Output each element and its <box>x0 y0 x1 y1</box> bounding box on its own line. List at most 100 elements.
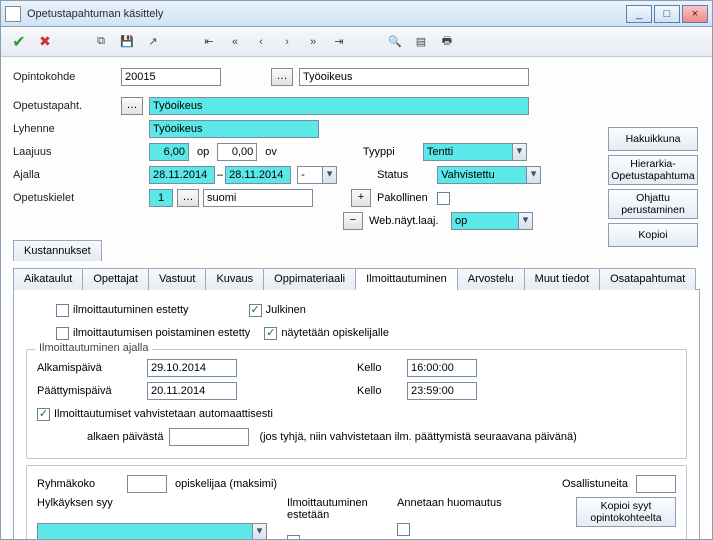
naytetaan-checkbox[interactable] <box>264 327 277 340</box>
tab-vastuut[interactable]: Vastuut <box>148 268 207 290</box>
auto-checkbox[interactable] <box>37 408 50 421</box>
ajalla-extra-dropdown[interactable]: ▾ <box>323 166 337 184</box>
julkinen-label: Julkinen <box>266 304 306 316</box>
add-lang-button[interactable]: + <box>351 189 371 207</box>
ok-icon[interactable]: ✔ <box>9 32 29 52</box>
ilmo-ajalla-legend: Ilmoittautuminen ajalla <box>35 342 152 354</box>
paattymis-value[interactable]: 20.11.2014 <box>147 382 237 400</box>
save-icon[interactable]: 💾 <box>117 32 137 52</box>
tyyppi-dropdown[interactable]: ▾ <box>513 143 527 161</box>
hakuikkuna-button[interactable]: Hakuikkuna <box>608 127 698 151</box>
annetaan-label: Annetaan huomautus <box>397 497 537 509</box>
kello-loppu[interactable]: 23:59:00 <box>407 382 477 400</box>
opetustapaht-value[interactable]: Työoikeus <box>149 97 529 115</box>
kello-label-1: Kello <box>357 362 407 374</box>
estetty-checkbox[interactable] <box>56 304 69 317</box>
kello-label-2: Kello <box>357 385 407 397</box>
opetustapaht-label: Opetustapaht. <box>13 100 121 112</box>
alkamis-value[interactable]: 29.10.2014 <box>147 359 237 377</box>
opetustapaht-browse[interactable]: … <box>121 97 143 115</box>
tab-ilmoittautuminen[interactable]: Ilmoittautuminen <box>355 268 458 290</box>
laajuus-label: Laajuus <box>13 146 121 158</box>
remove-lang-button[interactable]: − <box>343 212 363 230</box>
op-label: op <box>189 146 217 158</box>
tab-aikataulut[interactable]: Aikataulut <box>13 268 83 290</box>
poist-estetty-checkbox[interactable] <box>56 327 69 340</box>
maximize-button[interactable] <box>654 5 680 23</box>
alkaen-label: alkaen päivästä <box>87 431 163 443</box>
first-icon[interactable]: ⇤ <box>199 32 219 52</box>
opetuskielet-name[interactable]: suomi <box>203 189 313 207</box>
export-icon[interactable]: ↗ <box>143 32 163 52</box>
laajuus-op[interactable]: 6,00 <box>149 143 189 161</box>
ryhmakoko-value[interactable] <box>127 475 167 493</box>
cancel-icon[interactable]: ✖ <box>35 32 55 52</box>
prev-icon[interactable]: ‹ <box>251 32 271 52</box>
ajalla-end[interactable]: 28.11.2014 <box>225 166 291 184</box>
hierarkia-button[interactable]: Hierarkia-Opetustapahtuma <box>608 155 698 185</box>
prev-page-icon[interactable]: « <box>225 32 245 52</box>
hylkays-label: Hylkäyksen syy <box>37 497 287 509</box>
webnayt-label: Web.näyt.laaj. <box>369 215 451 227</box>
lyhenne-value[interactable]: Työoikeus <box>149 120 319 138</box>
opetuskielet-label: Opetuskielet <box>13 192 121 204</box>
osall-value[interactable] <box>636 475 676 493</box>
titlebar: Opetustapahtuman käsittely <box>1 1 712 27</box>
next-page-icon[interactable]: » <box>303 32 323 52</box>
tab-muut[interactable]: Muut tiedot <box>524 268 600 290</box>
tab-kuvaus[interactable]: Kuvaus <box>205 268 264 290</box>
paattymis-label: Päättymispäivä <box>37 385 147 397</box>
tab-panel: ilmoittautuminen estetty Julkinen ilmoit… <box>13 290 700 539</box>
opintokohde-code[interactable]: 20015 <box>121 68 221 86</box>
ov-label: ov <box>257 146 285 158</box>
tabs-row1: Kustannukset <box>13 239 700 259</box>
ohjattu-button[interactable]: Ohjattu perustaminen <box>608 189 698 219</box>
poist-estetty-label: ilmoittautumisen poistaminen estetty <box>73 327 250 339</box>
alkaen-hint: (jos tyhjä, niin vahvistetaan ilm. päätt… <box>259 431 576 443</box>
hylkays-dropdown[interactable]: ▾ <box>253 523 267 539</box>
tyyppi-value[interactable]: Tentti <box>423 143 513 161</box>
tab-arvostelu[interactable]: Arvostelu <box>457 268 525 290</box>
props-icon[interactable]: ▤ <box>411 32 431 52</box>
window-title: Opetustapahtuman käsittely <box>27 8 624 20</box>
last-icon[interactable]: ⇥ <box>329 32 349 52</box>
search-icon[interactable]: 🔍 <box>385 32 405 52</box>
ajalla-extra[interactable]: - <box>297 166 323 184</box>
ilmo-estetaan-checkbox[interactable] <box>287 535 300 539</box>
kopioisyyt-button[interactable]: Kopioi syyt opintokohteelta <box>576 497 676 527</box>
opetuskielet-browse[interactable]: … <box>177 189 199 207</box>
tab-osatapahtumat[interactable]: Osatapahtumat <box>599 268 696 290</box>
opintokohde-browse[interactable]: … <box>271 68 293 86</box>
tab-opettajat[interactable]: Opettajat <box>82 268 149 290</box>
lyhenne-label: Lyhenne <box>13 123 121 135</box>
status-value[interactable]: Vahvistettu <box>437 166 527 184</box>
alkaen-value[interactable] <box>169 428 249 446</box>
tyyppi-label: Tyyppi <box>363 146 423 158</box>
webnayt-value[interactable]: op <box>451 212 519 230</box>
kopioi-button[interactable]: Kopioi <box>608 223 698 247</box>
opintokohde-name[interactable]: Työoikeus <box>299 68 529 86</box>
kello-alku[interactable]: 16:00:00 <box>407 359 477 377</box>
status-dropdown[interactable]: ▾ <box>527 166 541 184</box>
tab-oppimateriaali[interactable]: Oppimateriaali <box>263 268 356 290</box>
ajalla-start[interactable]: 28.11.2014 <box>149 166 215 184</box>
close-button[interactable] <box>682 5 708 23</box>
ryhma-group: Ryhmäkoko opiskelijaa (maksimi) Osallist… <box>26 465 687 539</box>
ajalla-sep: – <box>215 169 225 181</box>
annetaan-checkbox[interactable] <box>397 523 410 536</box>
minimize-button[interactable] <box>626 5 652 23</box>
print-icon[interactable]: 🖶 <box>437 32 457 52</box>
ryhmakoko-label: Ryhmäkoko <box>37 478 127 490</box>
julkinen-checkbox[interactable] <box>249 304 262 317</box>
alkamis-label: Alkamispäivä <box>37 362 147 374</box>
toolbar: ✔ ✖ ⧉ 💾 ↗ ⇤ « ‹ › » ⇥ 🔍 ▤ 🖶 <box>1 27 712 57</box>
pakollinen-checkbox[interactable] <box>437 192 450 205</box>
next-icon[interactable]: › <box>277 32 297 52</box>
laajuus-ov[interactable]: 0,00 <box>217 143 257 161</box>
pakollinen-label: Pakollinen <box>377 192 437 204</box>
webnayt-dropdown[interactable]: ▾ <box>519 212 533 230</box>
hylkays-combo[interactable] <box>37 523 253 539</box>
tab-kustannukset[interactable]: Kustannukset <box>13 240 102 261</box>
copy-icon[interactable]: ⧉ <box>91 32 111 52</box>
opetuskielet-code[interactable]: 1 <box>149 189 173 207</box>
